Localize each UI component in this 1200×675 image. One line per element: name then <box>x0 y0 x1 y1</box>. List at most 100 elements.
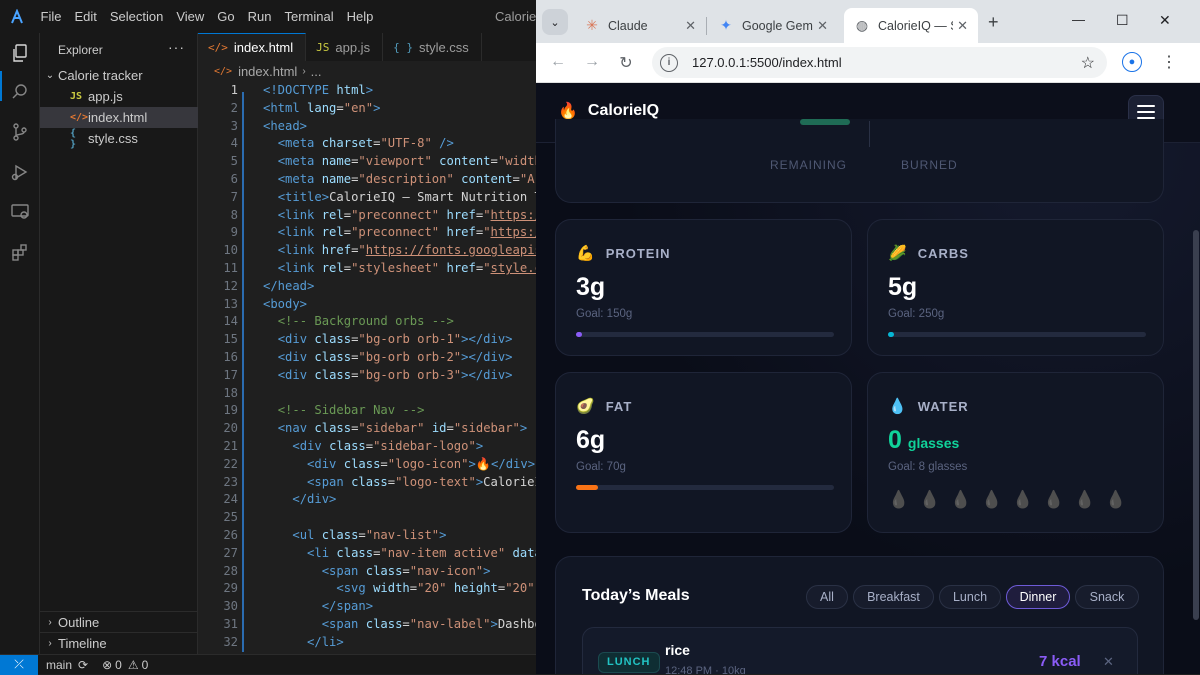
close-icon[interactable]: ✕ <box>685 18 696 34</box>
menu-run[interactable]: Run <box>241 9 278 24</box>
active-indicator <box>0 71 2 101</box>
browser-window: ⌄ ✳ Claude ✕ ✦ Google Gemi ✕ ◍ CalorieIQ… <box>536 0 1200 674</box>
tab-style-css[interactable]: { } style.css <box>383 33 482 61</box>
minimize-button[interactable]: — <box>1072 12 1085 27</box>
search-icon[interactable] <box>8 80 32 104</box>
forward-arrow-icon[interactable]: → <box>582 53 602 71</box>
outline-panel[interactable]: › Outline <box>40 611 198 632</box>
explorer-icon[interactable] <box>8 41 32 65</box>
url-text[interactable]: 127.0.0.1:5500/index.html <box>692 55 842 70</box>
problems-indicator[interactable]: ⊗ 0 ⚠ 0 <box>102 658 148 672</box>
tab-index-html[interactable]: </> index.html <box>198 33 307 61</box>
timeline-panel[interactable]: › Timeline <box>40 632 198 653</box>
remaining-label: REMAINING <box>770 158 848 172</box>
html-file-icon: </> <box>214 66 233 77</box>
breadcrumb-file[interactable]: index.html <box>238 64 297 79</box>
file-row-style-css[interactable]: { } style.css <box>40 127 198 150</box>
tab-search-chevron-icon[interactable]: ⌄ <box>542 9 568 35</box>
code-line: 8 <link rel="preconnect" href="https:/ <box>230 207 536 222</box>
menu-help[interactable]: Help <box>340 9 380 24</box>
tab-app-js[interactable]: JS app.js <box>306 33 384 61</box>
code-line: 22 <div class="logo-icon">🔥</div> <box>223 456 536 471</box>
code-line: 13 <body> <box>223 296 308 311</box>
menu-edit[interactable]: Edit <box>68 9 103 24</box>
outline-label: Outline <box>58 614 100 630</box>
menu-go[interactable]: Go <box>211 9 241 24</box>
source-control-icon[interactable] <box>8 120 32 144</box>
close-icon[interactable]: ✕ <box>953 17 968 34</box>
run-debug-icon[interactable] <box>8 160 32 184</box>
menu-selection[interactable]: Selection <box>103 9 169 24</box>
profile-avatar-icon[interactable]: ● <box>1122 52 1142 72</box>
filter-chip-all[interactable]: All <box>806 585 848 609</box>
extensions-icon[interactable] <box>8 240 32 264</box>
water-glass-icon[interactable]: 💧 <box>950 490 971 510</box>
sync-icon[interactable]: ⟳ <box>78 658 88 672</box>
maximize-button[interactable]: ☐ <box>1116 12 1129 29</box>
code-line: 29 <svg width="20" height="20" <box>223 581 535 596</box>
meal-item[interactable]: LUNCH rice 12:48 PM · 10kg 7 kcal ✕ <box>582 627 1138 674</box>
water-glass-icon[interactable]: 💧 <box>1074 490 1095 510</box>
breadcrumb-symbol[interactable]: ... <box>311 64 322 79</box>
delete-meal-close-icon[interactable]: ✕ <box>1103 654 1114 670</box>
corn-icon: 🌽 <box>888 245 908 262</box>
page-scrollbar[interactable] <box>1193 230 1199 620</box>
macro-card-carbs: 🌽 CARBS 5g Goal: 250g <box>867 219 1164 356</box>
water-glass-icon[interactable]: 💧 <box>1043 490 1064 510</box>
browser-tab-gemini[interactable]: ✦ Google Gemi ✕ <box>708 8 838 43</box>
remote-indicator-icon[interactable]: ⤫ <box>0 654 38 675</box>
site-info-icon[interactable]: i <box>660 53 678 72</box>
close-icon[interactable]: ✕ <box>813 17 828 34</box>
code-line: 28 <span class="nav-icon"> <box>223 563 491 578</box>
calorieiq-app: 🔥 CalorieIQ REMAINING BURNED 💪 PROTEIN 3… <box>536 83 1200 674</box>
back-arrow-icon[interactable]: ← <box>548 53 568 71</box>
filter-chip-lunch[interactable]: Lunch <box>939 585 1001 609</box>
code-line: 7 <title>CalorieIQ — Smart Nutrition T <box>230 189 536 204</box>
brand[interactable]: 🔥 CalorieIQ <box>558 101 659 121</box>
macro-goal: Goal: 70g <box>576 461 626 473</box>
water-goal: Goal: 8 glasses <box>888 461 968 473</box>
explorer-more-button[interactable]: ··· <box>168 39 185 55</box>
code-editor[interactable]: 1 <!DOCTYPE html> 2 <html lang="en"> 3 <hea… <box>198 82 536 654</box>
git-branch[interactable]: main <box>46 658 72 672</box>
browser-toolbar: ← → ↻ i 127.0.0.1:5500/index.html ☆ ● ⋮ <box>536 43 1200 83</box>
error-count: 0 <box>115 657 122 672</box>
file-row-index-html[interactable]: </> index.html <box>40 107 198 128</box>
water-unit: glasses <box>907 435 960 451</box>
new-tab-button[interactable]: + <box>988 12 999 33</box>
reload-icon[interactable]: ↻ <box>616 53 636 73</box>
css-file-icon: { } <box>70 127 77 150</box>
file-row-app-js[interactable]: JS app.js <box>40 86 198 107</box>
bookmark-star-icon[interactable]: ☆ <box>1081 53 1095 73</box>
close-window-button[interactable]: ✕ <box>1159 12 1171 29</box>
browser-tab-calorieiq[interactable]: ◍ CalorieIQ — S ✕ <box>844 8 978 43</box>
remote-explorer-icon[interactable] <box>8 200 32 224</box>
water-glass-icon[interactable]: 💧 <box>919 490 940 510</box>
macro-name: FAT <box>605 398 633 414</box>
more-menu-icon[interactable]: ⋮ <box>1161 52 1177 72</box>
filter-chip-breakfast[interactable]: Breakfast <box>853 585 934 609</box>
tab-label: app.js <box>335 39 371 55</box>
code-line: 24 </div> <box>223 492 337 507</box>
code-line: 23 <span class="logo-text">CalorieI <box>223 474 536 489</box>
chevron-right-icon: › <box>302 66 306 77</box>
filter-chip-snack[interactable]: Snack <box>1075 585 1139 609</box>
code-line: 4 <meta charset="UTF-8" /> <box>230 136 454 151</box>
menu-file[interactable]: File <box>34 9 68 24</box>
browser-tab-claude[interactable]: ✳ Claude ✕ <box>574 8 706 43</box>
water-glass-icon[interactable]: 💧 <box>981 490 1002 510</box>
water-glass-icon[interactable]: 💧 <box>1012 490 1033 510</box>
avocado-icon: 🥑 <box>576 398 596 415</box>
menu-view[interactable]: View <box>170 9 211 24</box>
meal-type-badge: LUNCH <box>598 652 660 673</box>
meal-calories: 7 kcal <box>1039 653 1081 670</box>
menu-terminal[interactable]: Terminal <box>278 9 340 24</box>
filter-chip-dinner[interactable]: Dinner <box>1006 585 1070 609</box>
code-line: 1 <!DOCTYPE html> <box>230 83 374 97</box>
file-name: index.html <box>88 110 148 125</box>
water-glass-icon[interactable]: 💧 <box>1105 490 1126 510</box>
progress-track <box>888 332 1146 337</box>
address-bar[interactable]: i 127.0.0.1:5500/index.html ☆ <box>652 47 1107 78</box>
water-glass-icon[interactable]: 💧 <box>888 490 909 510</box>
folder-row[interactable]: ⌄ Calorie tracker <box>40 65 198 86</box>
